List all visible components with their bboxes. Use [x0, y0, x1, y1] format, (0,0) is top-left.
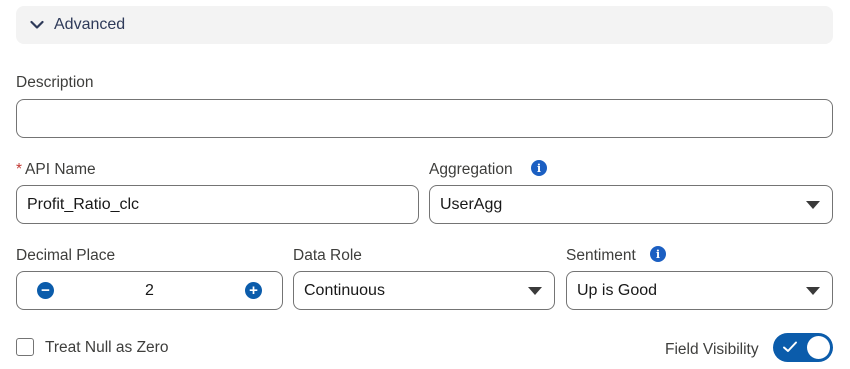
treat-null-checkbox[interactable] — [16, 338, 34, 356]
sentiment-select[interactable]: Up is Good — [566, 271, 833, 310]
aggregation-value: UserAgg — [440, 195, 503, 213]
api-name-field[interactable]: Profit_Ratio_clc — [16, 185, 419, 224]
required-marker: * — [16, 161, 23, 178]
api-name-value: Profit_Ratio_clc — [27, 195, 140, 213]
sentiment-label: Sentiment — [566, 247, 636, 264]
decimal-place-stepper[interactable]: − 2 + — [16, 271, 283, 310]
aggregation-label: Aggregation — [429, 161, 513, 178]
caret-down-icon — [806, 201, 820, 209]
api-name-label-text: API Name — [25, 161, 96, 178]
caret-down-icon — [806, 287, 820, 295]
aggregation-select[interactable]: UserAgg — [429, 185, 833, 224]
chevron-down-icon — [29, 17, 45, 33]
data-role-select[interactable]: Continuous — [293, 271, 555, 310]
checkmark-icon — [782, 340, 798, 359]
data-role-label: Data Role — [293, 247, 362, 264]
decimal-place-label: Decimal Place — [16, 247, 116, 264]
field-visibility-label: Field Visibility — [665, 341, 759, 358]
section-title: Advanced — [54, 16, 126, 33]
description-label: Description — [16, 74, 94, 91]
info-icon[interactable]: i — [650, 246, 666, 262]
api-name-label: * API Name — [16, 161, 96, 179]
data-role-value: Continuous — [304, 281, 385, 299]
decimal-place-value[interactable]: 2 — [17, 272, 282, 309]
sentiment-value: Up is Good — [577, 281, 658, 299]
toggle-knob — [807, 336, 830, 359]
caret-down-icon — [528, 287, 542, 295]
treat-null-label: Treat Null as Zero — [45, 339, 169, 356]
field-visibility-toggle[interactable] — [773, 333, 833, 362]
advanced-section-toggle[interactable]: Advanced — [16, 6, 833, 44]
increment-button[interactable]: + — [245, 282, 262, 299]
description-field[interactable] — [16, 99, 833, 138]
info-icon[interactable]: i — [531, 160, 547, 176]
